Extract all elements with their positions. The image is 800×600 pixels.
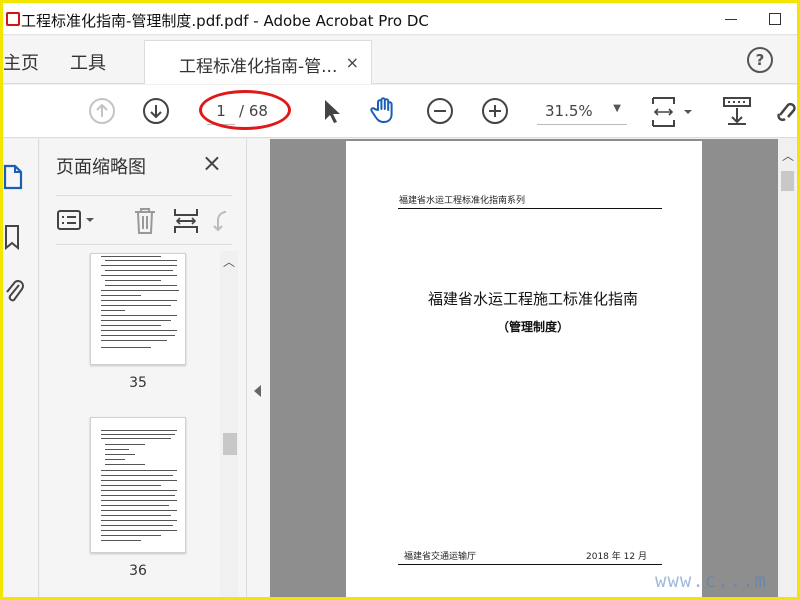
rotate-page-icon[interactable] <box>212 206 232 236</box>
menu-bar: 主页 工具 工程标准化指南-管... × ? <box>3 36 797 84</box>
page-thumbnail-label: 36 <box>129 563 147 579</box>
header-rule <box>398 208 662 209</box>
minimize-icon[interactable] <box>725 19 737 20</box>
bookmarks-icon[interactable] <box>3 223 21 251</box>
window-titlebar: 工程标准化指南-管理制度.pdf.pdf - Adobe Acrobat Pro… <box>3 3 797 35</box>
hand-tool-icon[interactable] <box>369 95 399 125</box>
delete-page-icon[interactable] <box>132 206 158 236</box>
help-button[interactable]: ? <box>747 47 773 73</box>
document-publisher: 福建省交通运输厅 <box>404 552 477 562</box>
previous-page-icon[interactable] <box>88 97 116 125</box>
scrollbar-thumb[interactable] <box>223 433 237 455</box>
zoom-value: 31.5% <box>545 102 593 120</box>
thumbnail-tools <box>56 195 232 245</box>
scrollbar-thumb[interactable] <box>781 171 794 191</box>
document-tab-label: 工程标准化指南-管... <box>179 57 338 77</box>
scroll-up-icon[interactable]: ︿ <box>223 253 235 270</box>
chevron-down-icon: ▼ <box>613 103 621 114</box>
zoom-in-icon[interactable] <box>481 97 509 125</box>
close-panel-icon[interactable]: × <box>202 149 222 177</box>
thumbnails-scrollbar[interactable]: ︿ <box>220 251 238 600</box>
document-subtitle: （管理制度） <box>496 320 569 334</box>
fit-page-icon[interactable] <box>650 95 700 129</box>
options-menu-icon[interactable] <box>56 208 98 234</box>
zoom-out-icon[interactable] <box>426 97 454 125</box>
page-thumbnail-label: 35 <box>129 375 147 391</box>
link-icon[interactable] <box>776 97 800 125</box>
document-viewport[interactable]: 福建省水运工程标准化指南系列 福建省水运工程施工标准化指南 （管理制度） 福建省… <box>270 139 778 600</box>
footer-rule <box>398 564 662 565</box>
page-thumbnail-35[interactable] <box>90 253 186 365</box>
tools-tab[interactable]: 工具 <box>70 49 106 75</box>
page-number-field: / 68 <box>203 97 289 125</box>
next-page-icon[interactable] <box>142 97 170 125</box>
zoom-level-dropdown[interactable]: 31.5% ▼ <box>537 99 627 125</box>
document-title: 福建省水运工程施工标准化指南 <box>427 290 638 308</box>
page-thumbnails-icon[interactable] <box>3 163 23 191</box>
close-window-icon[interactable] <box>775 3 797 35</box>
panel-splitter[interactable] <box>246 139 270 600</box>
panel-title: 页面缩略图 <box>56 157 146 178</box>
window-title: 工程标准化指南-管理制度.pdf.pdf - Adobe Acrobat Pro… <box>21 12 429 30</box>
navigation-rail <box>3 139 39 600</box>
home-tab[interactable]: 主页 <box>3 49 39 75</box>
document-scrollbar[interactable]: ︿ <box>778 139 797 600</box>
attachments-icon[interactable] <box>3 277 25 305</box>
acrobat-app-icon <box>6 12 20 26</box>
document-date: 2018 年 12 月 <box>586 552 647 562</box>
insert-page-icon[interactable] <box>172 206 200 236</box>
total-pages: / 68 <box>239 102 268 120</box>
scroll-up-icon[interactable]: ︿ <box>782 147 794 164</box>
document-page: 福建省水运工程标准化指南系列 福建省水运工程施工标准化指南 （管理制度） 福建省… <box>346 141 702 600</box>
watermark: www.c...m <box>655 570 767 592</box>
document-series: 福建省水运工程标准化指南系列 <box>399 196 526 206</box>
close-tab-icon[interactable]: × <box>346 53 359 72</box>
current-page-input[interactable] <box>207 97 235 125</box>
main-toolbar: / 68 31.5% ▼ <box>3 85 797 138</box>
page-thumbnails-panel: 页面缩略图 × 35 36 ︿ <box>40 139 246 600</box>
collapse-panel-icon[interactable] <box>254 385 261 397</box>
scrolling-mode-icon[interactable] <box>722 95 752 127</box>
page-thumbnail-36[interactable] <box>90 417 186 553</box>
document-tab[interactable]: 工程标准化指南-管... × <box>144 40 372 84</box>
select-tool-icon[interactable] <box>321 97 343 125</box>
